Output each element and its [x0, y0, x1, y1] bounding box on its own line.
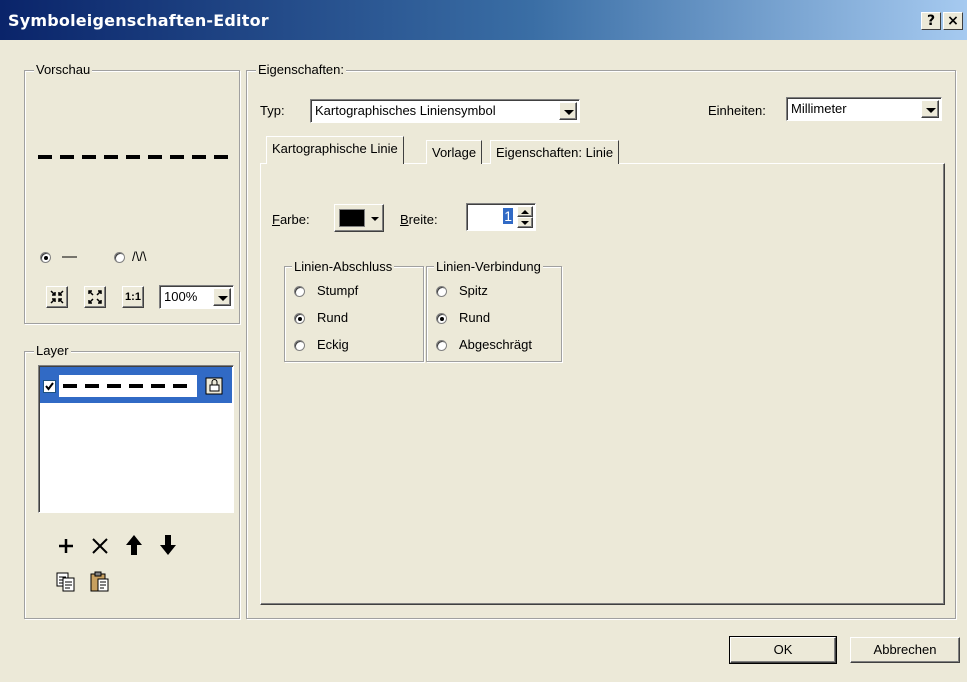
preview-wave-radio[interactable] [114, 252, 125, 263]
preview-group-label: Vorschau [34, 62, 93, 77]
color-picker-button[interactable] [334, 204, 384, 232]
type-label: Typ: [260, 103, 285, 118]
copy-layer-button[interactable] [54, 570, 78, 594]
x-icon [92, 538, 108, 554]
arrow-up-icon [126, 535, 142, 555]
copy-icon [56, 572, 75, 592]
join-option-label: Spitz [459, 283, 488, 298]
cap-option-label: Stumpf [317, 283, 359, 298]
zoom-out-icon [88, 290, 102, 304]
paste-layer-button[interactable] [88, 570, 112, 594]
join-radio-spitz[interactable] [436, 286, 447, 297]
help-button[interactable]: ? [921, 12, 941, 30]
width-value[interactable]: 1 [503, 208, 513, 224]
type-value: Kartographisches Liniensymbol [315, 103, 496, 118]
move-down-button[interactable] [156, 532, 180, 558]
type-combo[interactable]: Kartographisches Liniensymbol [310, 99, 580, 123]
chevron-down-icon [521, 221, 529, 225]
check-icon [45, 382, 54, 391]
spin-up-button[interactable] [517, 206, 533, 217]
layer-list[interactable] [38, 365, 234, 513]
layer-visible-checkbox[interactable] [43, 380, 56, 393]
lock-icon[interactable] [204, 376, 224, 396]
chevron-down-icon[interactable] [921, 100, 939, 118]
tab-vorlage[interactable]: Vorlage [426, 140, 483, 164]
cancel-button[interactable]: Abbrechen [850, 637, 960, 663]
layer-item[interactable] [40, 367, 232, 403]
width-spinner[interactable]: 1 [466, 203, 536, 231]
window-title: Symboleigenschaften-Editor [8, 11, 269, 30]
cap-radio-stumpf[interactable] [294, 286, 305, 297]
chevron-down-icon[interactable] [559, 102, 577, 120]
join-radio-rund[interactable] [436, 313, 447, 324]
ok-button[interactable]: OK [729, 636, 837, 664]
plus-icon [59, 539, 73, 553]
delete-layer-button[interactable] [88, 534, 112, 558]
cap-group [284, 266, 424, 362]
cap-radio-rund[interactable] [294, 313, 305, 324]
move-up-button[interactable] [122, 532, 146, 558]
zoom-combo[interactable]: 100% [159, 285, 234, 309]
units-combo[interactable]: Millimeter [786, 97, 942, 121]
zoom-in-icon [50, 290, 64, 304]
layer-group-label: Layer [34, 343, 71, 358]
chevron-down-icon[interactable] [213, 288, 231, 306]
layer-preview [59, 375, 197, 397]
tab-eigenschaften-linie[interactable]: Eigenschaften: Linie [490, 140, 620, 164]
zoom-value: 100% [164, 289, 198, 304]
paste-icon [90, 571, 109, 592]
color-swatch [339, 209, 365, 227]
preview-line-radio-label: — [62, 248, 77, 265]
join-option-label: Abgeschrägt [459, 337, 532, 352]
title-bar[interactable]: Symboleigenschaften-Editor ? × [0, 0, 967, 40]
chevron-down-icon [371, 217, 379, 221]
chevron-up-icon [521, 210, 529, 214]
cap-radio-eckig[interactable] [294, 340, 305, 351]
width-label: Breite: [400, 212, 438, 227]
close-button[interactable]: × [943, 12, 963, 30]
preview-line-radio[interactable] [40, 252, 51, 263]
properties-group-label: Eigenschaften: [256, 62, 347, 77]
join-option-label: Rund [459, 310, 491, 325]
zoom-in-button[interactable] [46, 286, 68, 308]
zoom-out-button[interactable] [84, 286, 106, 308]
add-layer-button[interactable] [54, 534, 78, 558]
actual-size-button[interactable]: 1:1 [122, 286, 144, 308]
join-group-label: Linien-Verbindung [434, 259, 543, 274]
tab-kartographische-linie[interactable]: Kartographische Linie [266, 136, 404, 164]
color-label: Farbe: [272, 212, 310, 227]
preview-line [38, 155, 228, 159]
units-label: Einheiten: [708, 103, 766, 118]
cap-option-label: Rund [317, 310, 349, 325]
cap-group-label: Linien-Abschluss [292, 259, 395, 274]
preview-wave-radio-label: /\/\ [132, 249, 147, 264]
cap-option-label: Eckig [317, 337, 349, 352]
spin-down-button[interactable] [517, 217, 533, 228]
arrow-down-icon [160, 535, 176, 555]
units-value: Millimeter [791, 101, 847, 116]
join-radio-abgeschraegt[interactable] [436, 340, 447, 351]
